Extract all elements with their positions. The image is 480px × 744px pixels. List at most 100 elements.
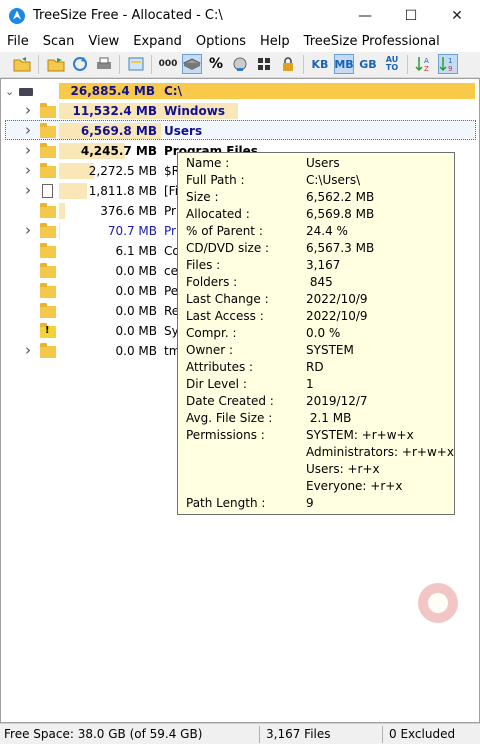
mb-label: MB bbox=[334, 57, 354, 71]
unit-gb-button[interactable]: GB bbox=[358, 54, 378, 74]
toolbar: 000 % KB MB GB AU TO AZ 19 bbox=[0, 52, 480, 78]
tooltip-value: SYSTEM: +r+w+x bbox=[306, 428, 414, 442]
grid-icon bbox=[258, 58, 270, 70]
tree-root-row[interactable]: ⌄ 26,885.4 MB C:\ bbox=[1, 81, 477, 101]
tooltip-value: 9 bbox=[306, 496, 314, 510]
sort-by-size-button[interactable]: 19 bbox=[438, 54, 458, 74]
unit-mb-button[interactable]: MB bbox=[334, 54, 354, 74]
svg-text:A: A bbox=[424, 57, 429, 65]
close-button[interactable]: ✕ bbox=[434, 0, 480, 31]
tooltip-label: % of Parent : bbox=[186, 224, 263, 238]
row-size: 0.0 MB bbox=[115, 284, 157, 298]
details-button[interactable] bbox=[126, 54, 146, 74]
tooltip-value: 6,567.3 MB bbox=[306, 241, 375, 255]
gb-label: GB bbox=[359, 57, 377, 71]
row-size: 70.7 MB bbox=[107, 224, 157, 238]
collapse-chevron-icon[interactable]: ⌄ bbox=[5, 85, 14, 98]
sort-by-name-button[interactable]: AZ bbox=[414, 54, 434, 74]
row-size: 0.0 MB bbox=[115, 304, 157, 318]
open-folder-icon bbox=[13, 57, 31, 72]
tooltip-label: Compr. : bbox=[186, 326, 237, 340]
treesize-app-icon bbox=[9, 7, 25, 24]
scan-folder-button[interactable] bbox=[46, 54, 66, 74]
row-size: 6.1 MB bbox=[115, 244, 157, 258]
expand-chevron-icon[interactable]: › bbox=[25, 101, 31, 119]
tooltip-value: 3,167 bbox=[306, 258, 341, 272]
refresh-button[interactable] bbox=[70, 54, 90, 74]
show-numbers-button[interactable]: 000 bbox=[158, 54, 178, 74]
row-name: Users bbox=[164, 124, 203, 138]
row-size: 0.0 MB bbox=[115, 324, 157, 338]
tooltip-label: Owner : bbox=[186, 343, 234, 357]
unit-auto-button[interactable]: AU TO bbox=[382, 54, 402, 74]
tooltip-label: Permissions : bbox=[186, 428, 265, 442]
tooltip-label: Path Length : bbox=[186, 496, 266, 510]
unit-kb-button[interactable]: KB bbox=[310, 54, 330, 74]
root-name: C:\ bbox=[164, 84, 182, 98]
tooltip-value: 2022/10/9 bbox=[306, 292, 368, 306]
row-size: 6,569.8 MB bbox=[80, 124, 157, 138]
tooltip-value: 845 bbox=[306, 275, 333, 289]
row-name: ce bbox=[164, 264, 178, 278]
menu-help[interactable]: Help bbox=[253, 34, 297, 49]
folder-info-tooltip: Name : Users Full Path : C:\Users\ Size : 6,5… bbox=[177, 152, 458, 623]
menu-file[interactable]: File bbox=[0, 34, 36, 49]
menu-scan[interactable]: Scan bbox=[36, 34, 82, 49]
show-files-button[interactable] bbox=[230, 54, 250, 74]
refresh-icon bbox=[73, 57, 87, 71]
menu-options[interactable]: Options bbox=[189, 34, 253, 49]
free-space-status: Free Space: 38.0 GB (of 59.4 GB) bbox=[4, 727, 203, 741]
show-size-button[interactable] bbox=[182, 54, 202, 74]
row-name: Windows bbox=[164, 104, 225, 118]
folder-details-icon bbox=[128, 57, 144, 71]
tooltip-value: Everyone: +r+x bbox=[306, 479, 403, 493]
show-file-count-button[interactable] bbox=[254, 54, 274, 74]
hard-disk-icon bbox=[183, 58, 201, 70]
print-button[interactable] bbox=[94, 54, 114, 74]
row-size: 11,532.4 MB bbox=[72, 104, 157, 118]
tooltip-label: Size : bbox=[186, 190, 219, 204]
tooltip-label: Dir Level : bbox=[186, 377, 247, 391]
menu-bar: File Scan View Expand Options Help TreeS… bbox=[0, 31, 480, 52]
row-size: 1,811.8 MB bbox=[88, 184, 157, 198]
tooltip-value: 6,562.2 MB bbox=[306, 190, 375, 204]
show-owner-button[interactable] bbox=[278, 54, 298, 74]
tree-row[interactable]: › 6,569.8 MB Users bbox=[1, 121, 477, 141]
maximize-button[interactable]: ☐ bbox=[388, 0, 434, 31]
tree-row[interactable]: › 11,532.4 MB Windows bbox=[1, 101, 477, 121]
expand-chevron-icon[interactable]: › bbox=[25, 181, 31, 199]
row-size: 376.6 MB bbox=[100, 204, 157, 218]
minimize-icon: — bbox=[358, 7, 372, 24]
menu-view[interactable]: View bbox=[81, 34, 126, 49]
row-size: 0.0 MB bbox=[115, 344, 157, 358]
row-size: 2,272.5 MB bbox=[88, 164, 157, 178]
close-icon: ✕ bbox=[451, 7, 463, 24]
expand-chevron-icon[interactable]: › bbox=[25, 341, 31, 359]
kb-label: KB bbox=[311, 57, 329, 71]
tooltip-value: RD bbox=[306, 360, 324, 374]
expand-chevron-icon[interactable]: › bbox=[25, 161, 31, 179]
menu-expand[interactable]: Expand bbox=[126, 34, 189, 49]
show-percent-button[interactable]: % bbox=[206, 54, 226, 74]
open-folder-button[interactable] bbox=[12, 54, 32, 74]
tooltip-label: Allocated : bbox=[186, 207, 250, 221]
tooltip-value: 2019/12/7 bbox=[306, 394, 368, 408]
svg-text:Z: Z bbox=[424, 65, 429, 73]
expand-chevron-icon[interactable]: › bbox=[25, 141, 31, 159]
menu-treesize-professional[interactable]: TreeSize Professional bbox=[297, 34, 447, 49]
root-size: 26,885.4 MB bbox=[70, 84, 155, 98]
tooltip-value: Users: +r+x bbox=[306, 462, 380, 476]
printer-icon bbox=[97, 57, 111, 69]
minimize-button[interactable]: — bbox=[342, 0, 388, 31]
scan-folder-icon bbox=[47, 58, 65, 72]
expand-chevron-icon[interactable]: › bbox=[25, 221, 31, 239]
lock-icon bbox=[283, 57, 293, 71]
expand-chevron-icon[interactable]: › bbox=[25, 121, 31, 139]
watermark-logo bbox=[418, 583, 458, 623]
tooltip-label: Attributes : bbox=[186, 360, 254, 374]
drive-icon bbox=[19, 85, 33, 96]
tooltip-label: Full Path : bbox=[186, 173, 245, 187]
tooltip-value: 2022/10/9 bbox=[306, 309, 368, 323]
tooltip-value: 24.4 % bbox=[306, 224, 348, 238]
svg-text:1: 1 bbox=[448, 57, 452, 65]
